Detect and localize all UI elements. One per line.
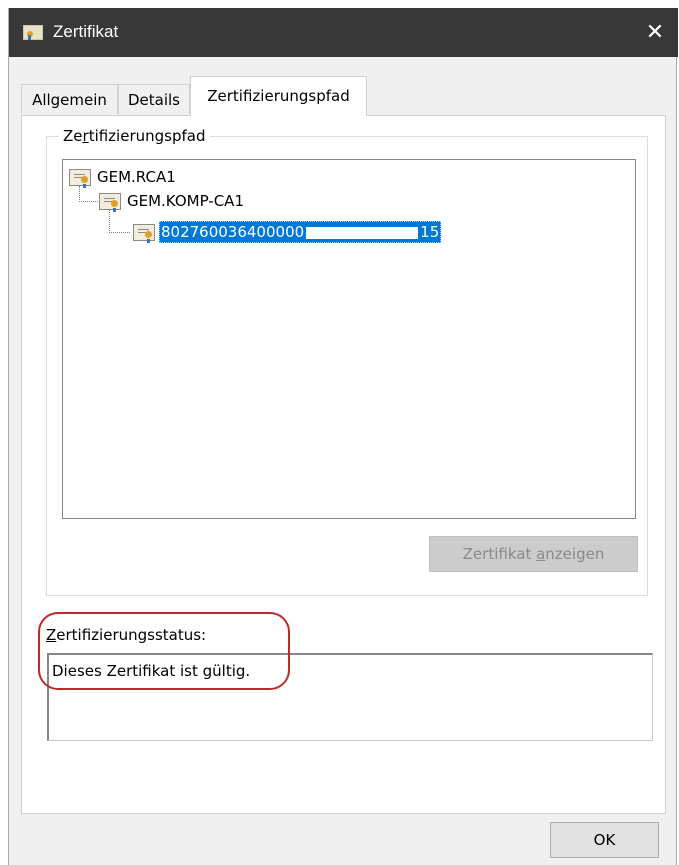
view-certificate-button[interactable]: Zertifikat anzeigen [429, 536, 638, 572]
cert-path-group: Zertifizierungspfad GEM.RCA1 GEM.KOMP-CA… [46, 125, 648, 596]
status-box: Dieses Zertifikat ist gültig. [47, 653, 653, 741]
redacted-region [306, 226, 419, 239]
tree-node-selected[interactable]: 802760036400000 15 [159, 221, 442, 243]
title-bar[interactable]: Zertifikat ✕ [9, 8, 678, 57]
status-text: Dieses Zertifikat ist gültig. [52, 662, 251, 680]
cert-path-tree[interactable]: GEM.RCA1 GEM.KOMP-CA1 802760036400000 15 [62, 159, 636, 519]
certificate-app-icon [23, 25, 43, 40]
tab-details[interactable]: Details [118, 84, 190, 114]
certificate-dialog: Zertifikat ✕ Allgemein Details Zertifizi… [8, 8, 678, 865]
certificate-icon [69, 169, 91, 188]
tab-allgemein[interactable]: Allgemein [21, 84, 118, 114]
tab-panel: Zertifizierungspfad GEM.RCA1 GEM.KOMP-CA… [21, 115, 666, 814]
certificate-icon [133, 224, 155, 243]
ok-button[interactable]: OK [550, 822, 659, 858]
tab-zertifizierungspfad[interactable]: Zertifizierungspfad [190, 76, 367, 116]
cert-path-group-title: Zertifizierungspfad [59, 125, 210, 147]
certificate-icon [99, 193, 121, 212]
status-label: Zertifizierungsstatus: [46, 626, 207, 644]
close-icon[interactable]: ✕ [632, 8, 678, 57]
tree-node-root[interactable]: GEM.RCA1 [97, 166, 176, 188]
tree-node-intermediate[interactable]: GEM.KOMP-CA1 [127, 190, 244, 212]
tab-strip: Allgemein Details Zertifizierungspfad [21, 76, 666, 116]
ribbon-icon [28, 35, 31, 40]
tree-connector [79, 186, 98, 202]
window-title: Zertifikat [53, 22, 119, 41]
tree-connector [109, 210, 130, 233]
